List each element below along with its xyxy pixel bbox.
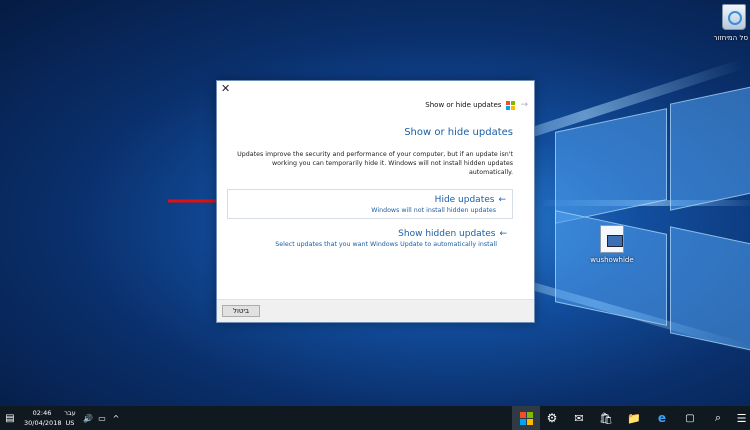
show-hide-updates-dialog: ✕ Show or hide updates → Show or hide up… (216, 80, 535, 323)
language-indicator[interactable]: עבר US (62, 408, 78, 428)
hide-updates-subtitle: Windows will not install hidden updates (371, 207, 496, 214)
dialog-footer: ביטול (217, 299, 534, 322)
page-heading: Show or hide updates (404, 127, 513, 138)
start-button[interactable] (512, 406, 540, 430)
description-text: Updates improve the security and perform… (237, 151, 513, 176)
logo-pane (555, 108, 667, 224)
hide-updates-label: Hide updates (434, 195, 495, 205)
window-title: Show or hide updates (425, 101, 502, 109)
search-icon[interactable]: ⌕ (708, 406, 728, 430)
clock-date: 30/04/2018 (24, 419, 62, 427)
close-button[interactable]: ✕ (221, 82, 230, 95)
logo-pane (670, 226, 750, 351)
left-arrow-icon: ← (498, 195, 506, 205)
language-line-1: עבר (64, 409, 76, 417)
edge-browser-icon[interactable]: e (652, 406, 672, 430)
settings-gear-icon[interactable]: ⚙ (542, 406, 562, 430)
clock-time: 02:46 (32, 409, 52, 417)
show-hidden-updates-label: Show hidden updates (398, 229, 496, 239)
taskbar: ▤ 02:46 30/04/2018 עבר US 🔊 ▭ ^ ⚙ ✉ 🛍 📁 … (0, 406, 750, 430)
cancel-button[interactable]: ביטול (222, 305, 260, 317)
microsoft-logo-icon (506, 100, 516, 110)
windows-logo-icon (519, 411, 533, 425)
clock[interactable]: 02:46 30/04/2018 (24, 408, 62, 428)
show-hidden-icons-chevron-icon[interactable]: ^ (110, 406, 122, 430)
logo-pane (670, 86, 750, 211)
file-graphic (600, 225, 624, 253)
menu-icon[interactable]: ☰ (733, 406, 750, 430)
task-view-icon[interactable]: ▢ (680, 406, 700, 430)
network-icon[interactable]: ▭ (96, 406, 108, 430)
file-label: wushowhide (590, 256, 634, 264)
back-arrow-icon[interactable]: → (520, 100, 528, 110)
left-arrow-icon: ← (499, 229, 507, 239)
store-icon[interactable]: 🛍 (596, 406, 616, 430)
title-bar: Show or hide updates → (425, 100, 528, 110)
show-hidden-updates-option[interactable]: Show hidden updates ← Select updates that… (227, 228, 513, 256)
recycle-bin-graphic (722, 4, 746, 30)
wushowhide-file-icon[interactable]: wushowhide (590, 225, 634, 264)
notifications-icon[interactable]: ▤ (2, 406, 18, 430)
mail-icon[interactable]: ✉ (569, 406, 589, 430)
recycle-bin-icon[interactable]: סל המיחזור (714, 4, 750, 42)
language-line-2: US (65, 419, 75, 427)
show-hidden-updates-subtitle: Select updates that you want Windows Upd… (275, 241, 497, 248)
desktop: סל המיחזור wushowhide ✕ Show or hide upd… (0, 0, 750, 406)
file-explorer-icon[interactable]: 📁 (624, 406, 644, 430)
volume-icon[interactable]: 🔊 (82, 406, 94, 430)
show-hidden-updates-title: Show hidden updates ← (227, 229, 513, 239)
hide-updates-option[interactable]: Hide updates ← Windows will not install h… (227, 189, 513, 219)
hide-updates-title: Hide updates ← (228, 195, 512, 205)
recycle-bin-label: סל המיחזור (713, 34, 749, 42)
